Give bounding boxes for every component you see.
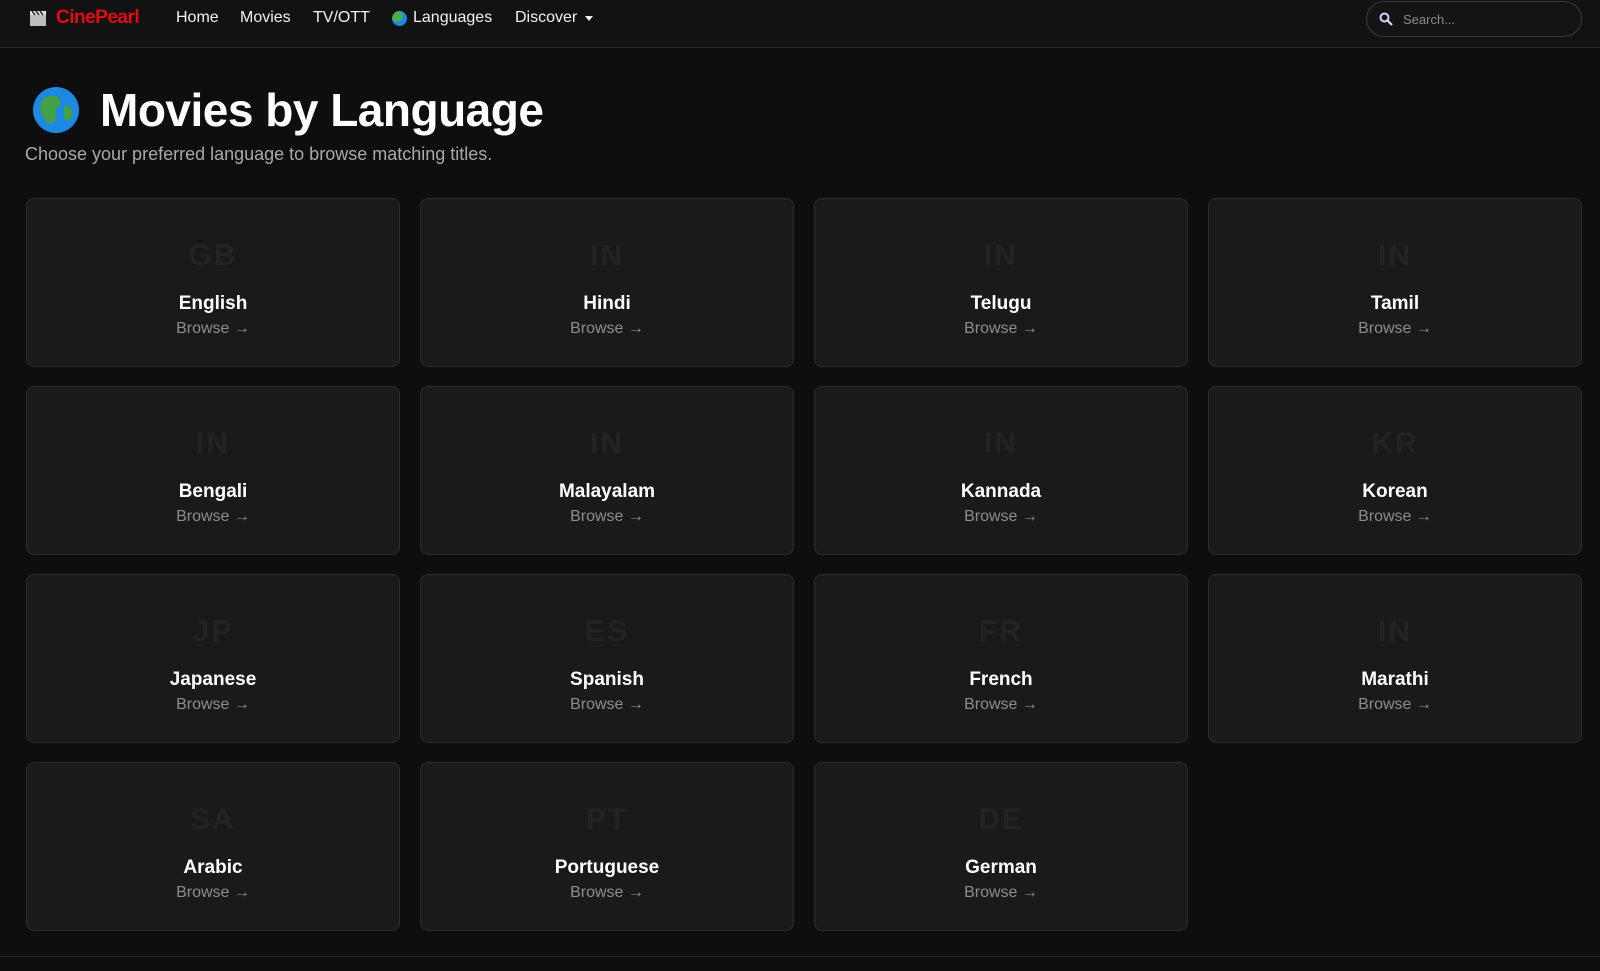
language-card[interactable]: FR French Browse → [814, 574, 1188, 743]
brand-name: CinePearl [56, 7, 140, 28]
language-card[interactable]: IN Tamil Browse → [1208, 198, 1582, 367]
language-card[interactable]: IN Marathi Browse → [1208, 574, 1582, 743]
language-name: Tamil [1370, 293, 1420, 314]
browse-link[interactable]: Browse → [815, 508, 1187, 526]
language-code: IN [590, 239, 624, 272]
page-subtitle: Choose your preferred language to browse… [25, 144, 493, 164]
language-card[interactable]: IN Kannada Browse → [814, 386, 1188, 555]
language-name: Arabic [183, 857, 243, 878]
language-code: JP [192, 615, 234, 648]
nav-discover-dropdown[interactable]: Discover [515, 6, 594, 30]
browse-link[interactable]: Browse → [27, 696, 399, 714]
browse-link[interactable]: Browse → [27, 508, 399, 526]
language-code: KR [1371, 427, 1419, 460]
language-card[interactable]: ES Spanish Browse → [420, 574, 794, 743]
browse-link[interactable]: Browse → [1209, 508, 1581, 526]
language-name: Telugu [970, 293, 1032, 314]
nav-movies-link[interactable]: Movies [240, 6, 291, 30]
nav-languages-link[interactable]: Languages [392, 6, 492, 30]
chevron-down-icon [585, 15, 594, 21]
clapperboard-icon [30, 10, 46, 26]
language-code: IN [1378, 615, 1412, 648]
language-card[interactable]: IN Malayalam Browse → [420, 386, 794, 555]
search-input[interactable] [1403, 11, 1563, 27]
language-name: Spanish [570, 669, 644, 690]
language-name: Korean [1362, 481, 1428, 502]
page-title: Movies by Language [100, 84, 544, 136]
browse-link[interactable]: Browse → [421, 884, 793, 902]
language-card[interactable]: IN Telugu Browse → [814, 198, 1188, 367]
brand-logo[interactable]: CinePearl [28, 6, 140, 30]
language-code: DE [978, 803, 1024, 836]
language-code: IN [196, 427, 230, 460]
language-card[interactable]: PT Portuguese Browse → [420, 762, 794, 931]
language-card[interactable]: IN Hindi Browse → [420, 198, 794, 367]
footer-divider [0, 956, 1600, 957]
language-code: IN [984, 239, 1018, 272]
language-name: Portuguese [554, 857, 660, 878]
language-code: FR [979, 615, 1023, 648]
language-code: PT [585, 803, 629, 836]
language-card[interactable]: SA Arabic Browse → [26, 762, 400, 931]
browse-link[interactable]: Browse → [815, 320, 1187, 338]
top-navbar: CinePearl Home Movies TV/OTT Languages D… [0, 0, 1600, 48]
language-name: Bengali [178, 481, 248, 502]
search-box[interactable] [1366, 1, 1582, 37]
nav-home-link[interactable]: Home [176, 6, 219, 30]
browse-link[interactable]: Browse → [815, 884, 1187, 902]
browse-link[interactable]: Browse → [27, 320, 399, 338]
browse-link[interactable]: Browse → [421, 696, 793, 714]
language-card[interactable]: KR Korean Browse → [1208, 386, 1582, 555]
language-name: French [969, 669, 1033, 690]
globe-icon [33, 87, 79, 133]
nav-languages-label: Languages [413, 9, 493, 26]
language-code: ES [584, 615, 630, 648]
language-code: IN [590, 427, 624, 460]
browse-link[interactable]: Browse → [1209, 696, 1581, 714]
nav-discover-label: Discover [515, 9, 578, 26]
browse-link[interactable]: Browse → [421, 508, 793, 526]
language-code: SA [190, 803, 236, 836]
nav-tv-link[interactable]: TV/OTT [313, 6, 370, 30]
browse-link[interactable]: Browse → [1209, 320, 1581, 338]
language-name: Malayalam [558, 481, 656, 502]
language-name: English [178, 293, 248, 314]
globe-icon [392, 10, 407, 26]
language-card[interactable]: DE German Browse → [814, 762, 1188, 931]
language-card[interactable]: IN Bengali Browse → [26, 386, 400, 555]
language-name: German [965, 857, 1037, 878]
language-name: Marathi [1361, 669, 1429, 690]
search-icon [1379, 12, 1393, 26]
page-header: Movies by Language [32, 84, 544, 136]
language-name: Japanese [169, 669, 257, 690]
language-code: GB [188, 239, 238, 272]
browse-link[interactable]: Browse → [815, 696, 1187, 714]
language-code: IN [984, 427, 1018, 460]
language-name: Kannada [960, 481, 1042, 502]
language-card[interactable]: JP Japanese Browse → [26, 574, 400, 743]
language-card[interactable]: GB English Browse → [26, 198, 400, 367]
language-name: Hindi [583, 293, 631, 314]
browse-link[interactable]: Browse → [421, 320, 793, 338]
language-code: IN [1378, 239, 1412, 272]
browse-link[interactable]: Browse → [27, 884, 399, 902]
language-grid: GB English Browse → IN Hindi Browse → IN… [26, 198, 1584, 931]
